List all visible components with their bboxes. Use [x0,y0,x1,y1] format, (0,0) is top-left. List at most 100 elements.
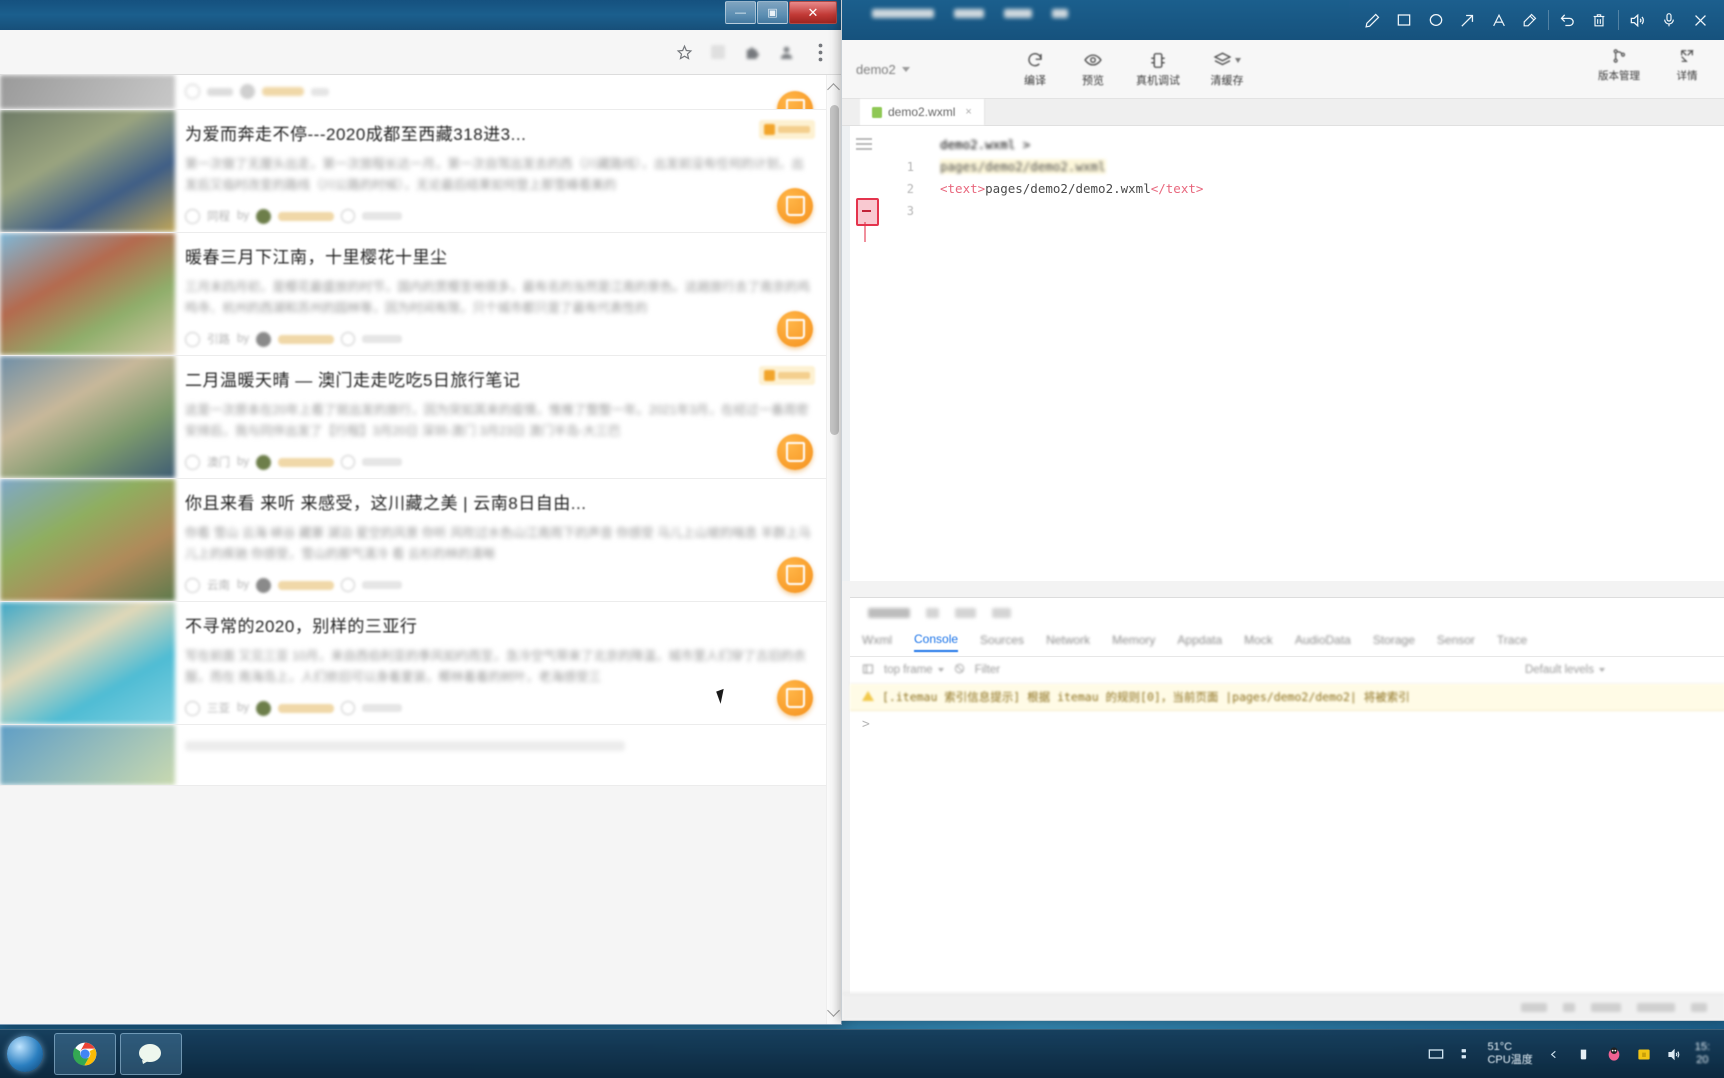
undo-button[interactable] [1555,7,1581,33]
page-scrollbar[interactable] [826,75,841,1024]
start-button[interactable] [0,1032,50,1076]
devtools-menubar[interactable] [872,9,1068,18]
article-body[interactable]: 二月温暖天晴 — 澳门走走吃吃5日旅行笔记 这是一次原本在20年上看了就出发的旅行… [175,356,827,478]
console-sidebar-icon[interactable] [862,663,874,678]
scrollbar-thumb[interactable] [830,105,839,435]
chrome-titlebar[interactable]: — ▣ ✕ [0,0,841,30]
article-body[interactable]: 不寻常的2020，别样的三亚行 写在前面 又见三亚 10月，来自西伯利亚的季风如约… [175,602,827,724]
delete-article-button[interactable] [777,680,813,716]
maximize-button[interactable]: ▣ [757,1,788,24]
code-line[interactable]: 2 <text>pages/demo2/demo2.wxml</text> [842,178,1724,200]
extension-icon[interactable] [707,41,729,63]
code-editor[interactable]: demo2.wxml >1 pages/demo2/demo2.wxml 2 <tex… [842,126,1724,581]
menu-kebab-icon[interactable] [809,41,831,63]
article-list[interactable]: 为爱而奔走不停---2020成都至西藏318进3... 第一次做了无厘头出走，第一… [0,75,827,1024]
taskbar-item-chrome[interactable] [54,1033,116,1075]
chevron-down-icon[interactable] [901,66,910,72]
article-body[interactable]: 为爱而奔走不停---2020成都至西藏318进3... 第一次做了无厘头出走，第一… [175,110,827,232]
microphone-button[interactable] [1656,7,1682,33]
tray-expand-icon[interactable] [1545,1045,1563,1063]
console-subtoolbar[interactable] [850,598,1724,628]
tab-sources[interactable]: Sources [980,633,1024,651]
version-control-button[interactable]: 版本管理 [1593,46,1645,83]
delete-article-button[interactable] [777,188,813,224]
project-selector[interactable]: demo2 [856,62,1006,77]
devtools-toolbar[interactable]: demo2 编译 预览 真机调试 清缓存 版本管理 详情 [842,40,1724,99]
scroll-up-arrow[interactable] [827,83,840,96]
editor-tab-demo2-wxml[interactable]: demo2.wxml × [860,99,985,125]
editor-menu-icon[interactable] [856,138,872,150]
console-filter-bar[interactable]: top frame Filter Default levels [850,657,1724,684]
delete-article-button[interactable] [777,311,813,347]
article-title[interactable]: 不寻常的2020，别样的三亚行 [185,612,813,637]
console-input-prompt[interactable]: > [850,711,1724,738]
chrome-browser-window[interactable]: — ▣ ✕ 为爱而奔走不停---2020成都至西藏318进3... 第一次做了无厘… [0,0,842,1025]
table-row[interactable]: 暖春三月下江南，十里樱花十里尘 三月末四月初，是樱花最盛放的时节，国内的赏樱圣地很… [0,233,827,356]
window-controls[interactable]: — ▣ ✕ [725,1,837,24]
taskbar-clock[interactable]: 15: 20 [1695,1041,1710,1067]
table-row[interactable]: 不寻常的2020，别样的三亚行 写在前面 又见三亚 10月，来自西伯利亚的季风如约… [0,602,827,725]
code-text[interactable]: demo2.wxml > [914,134,1030,156]
tab-console[interactable]: Console [914,632,959,652]
wechat-devtools-window[interactable]: demo2 编译 预览 真机调试 清缓存 版本管理 详情 demo2.wxml … [841,0,1724,1021]
code-lines[interactable]: demo2.wxml >1 pages/demo2/demo2.wxml 2 <tex… [842,126,1724,222]
remote-debug-button[interactable]: 真机调试 [1122,50,1194,88]
chrome-toolbar[interactable] [0,30,841,75]
compile-button[interactable]: 编译 [1006,50,1064,88]
system-tray[interactable]: 51°C CPU温度 15: 20 [1427,1041,1724,1067]
profile-icon[interactable] [775,41,797,63]
windows-taskbar[interactable]: 51°C CPU温度 15: 20 [0,1029,1724,1078]
tab-network[interactable]: Network [1046,633,1090,651]
chrome-page-viewport[interactable]: 为爱而奔走不停---2020成都至西藏318进3... 第一次做了无厘头出走，第一… [0,75,841,1024]
table-row[interactable]: 二月温暖天晴 — 澳门走走吃吃5日旅行笔记 这是一次原本在20年上看了就出发的旅行… [0,356,827,479]
minimize-button[interactable]: — [725,1,756,24]
code-text[interactable]: <text>pages/demo2/demo2.wxml</text> [914,178,1203,200]
code-line[interactable]: 1 pages/demo2/demo2.wxml [842,156,1724,178]
battery-icon[interactable] [1575,1045,1593,1063]
table-row[interactable]: 为爱而奔走不停---2020成都至西藏318进3... 第一次做了无厘头出走，第一… [0,110,827,233]
console-clear-icon[interactable] [954,663,965,677]
preview-button[interactable]: 预览 [1064,50,1122,88]
highlighter-tool[interactable] [1517,7,1543,33]
article-title[interactable]: 暖春三月下江南，十里樱花十里尘 [185,243,813,268]
editor-tabbar[interactable]: demo2.wxml × [842,99,1724,126]
tab-memory[interactable]: Memory [1112,633,1155,651]
screen-annotation-toolbar[interactable] [1349,0,1724,40]
show-desktop-icon[interactable] [1427,1045,1445,1063]
folder-icon[interactable] [1635,1045,1653,1063]
close-button[interactable]: ✕ [789,1,837,24]
code-line[interactable]: demo2.wxml > [842,134,1724,156]
tab-audiodata[interactable]: AudioData [1295,633,1351,651]
speaker-button[interactable] [1624,7,1650,33]
network-icon[interactable] [1457,1045,1475,1063]
delete-button[interactable] [1586,7,1612,33]
tab-wxml[interactable]: Wxml [862,633,892,651]
tab-trace[interactable]: Trace [1497,633,1527,651]
console-filter-label[interactable]: Filter [975,664,1001,676]
taskbar-item-wechat-devtools[interactable] [120,1033,182,1075]
article-body[interactable]: 暖春三月下江南，十里樱花十里尘 三月末四月初，是樱花最盛放的时节，国内的赏樱圣地很… [175,233,827,355]
tab-storage[interactable]: Storage [1373,633,1415,651]
arrow-tool[interactable] [1454,7,1480,33]
extension-puzzle-icon[interactable] [741,41,763,63]
article-title[interactable]: 二月温暖天晴 — 澳门走走吃吃5日旅行笔记 [185,366,813,391]
console-context-selector[interactable]: top frame [884,664,944,676]
console-pane[interactable]: Wxml Console Sources Network Memory Appdata Mo… [850,597,1724,994]
article-title[interactable]: 为爱而奔走不停---2020成都至西藏318进3... [185,120,813,145]
code-text[interactable]: pages/demo2/demo2.wxml [914,156,1106,178]
article-body[interactable]: 你且来看 来听 来感受，这川藏之美 | 云南8日自由... 你看 雪山 云海 峡谷… [175,479,827,601]
volume-icon[interactable] [1665,1045,1683,1063]
pen-tool[interactable] [1360,7,1386,33]
close-button[interactable] [1687,7,1713,33]
text-tool[interactable] [1486,7,1512,33]
qq-icon[interactable] [1605,1045,1623,1063]
rectangle-tool[interactable] [1391,7,1417,33]
close-icon[interactable]: × [965,106,971,118]
table-row[interactable]: 你且来看 来听 来感受，这川藏之美 | 云南8日自由... 你看 雪山 云海 峡谷… [0,479,827,602]
delete-article-button[interactable] [777,434,813,470]
table-row[interactable] [0,75,827,110]
devtools-tabs[interactable]: Wxml Console Sources Network Memory Appdata Mo… [850,628,1724,657]
article-title[interactable]: 你且来看 来听 来感受，这川藏之美 | 云南8日自由... [185,489,813,514]
details-button[interactable]: 详情 [1661,46,1713,83]
scroll-down-arrow[interactable] [827,1004,840,1017]
